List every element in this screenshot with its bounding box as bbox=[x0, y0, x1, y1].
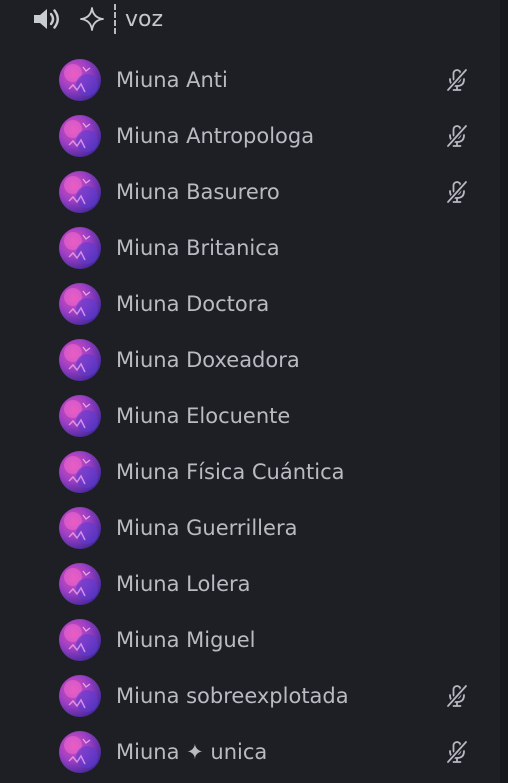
user-name: Miuna Elocuente bbox=[116, 404, 291, 428]
user-name: Miuna Basurero bbox=[116, 180, 280, 204]
user-avatar[interactable] bbox=[59, 619, 101, 661]
avatar-art bbox=[64, 680, 98, 712]
voice-user-row[interactable]: Miuna Antropologa bbox=[0, 108, 500, 164]
user-name: Miuna Doxeadora bbox=[116, 348, 300, 372]
avatar-art bbox=[64, 512, 98, 544]
avatar-art bbox=[64, 232, 98, 264]
user-avatar[interactable] bbox=[59, 507, 101, 549]
avatar-art bbox=[64, 568, 98, 600]
voice-user-row[interactable]: Miuna ✦ unica bbox=[0, 724, 500, 780]
mic-muted-icon bbox=[445, 180, 469, 204]
user-avatar[interactable] bbox=[59, 115, 101, 157]
mic-muted-icon bbox=[445, 124, 469, 148]
voice-user-row[interactable]: Miuna Basurero bbox=[0, 164, 500, 220]
avatar-art bbox=[64, 400, 98, 432]
user-avatar[interactable] bbox=[59, 395, 101, 437]
avatar-art bbox=[64, 64, 98, 96]
user-avatar[interactable] bbox=[59, 227, 101, 269]
voice-user-list: Miuna Anti Miuna Antropologa Miuna Basur… bbox=[0, 52, 500, 780]
voice-user-row[interactable]: Miuna Física Cuántica bbox=[0, 444, 500, 500]
voice-user-row[interactable]: Miuna Elocuente bbox=[0, 388, 500, 444]
user-name: Miuna Guerrillera bbox=[116, 516, 298, 540]
voice-channel-header[interactable]: voz bbox=[0, 0, 500, 40]
voice-user-row[interactable]: Miuna Lolera bbox=[0, 556, 500, 612]
scrollbar-track[interactable] bbox=[500, 0, 508, 783]
voice-user-row[interactable]: Miuna Guerrillera bbox=[0, 500, 500, 556]
user-name: Miuna Anti bbox=[116, 68, 228, 92]
avatar-art bbox=[64, 288, 98, 320]
user-avatar[interactable] bbox=[59, 675, 101, 717]
user-avatar[interactable] bbox=[59, 171, 101, 213]
avatar-art bbox=[64, 120, 98, 152]
voice-user-row[interactable]: Miuna Doxeadora bbox=[0, 332, 500, 388]
user-name: Miuna Antropologa bbox=[116, 124, 315, 148]
avatar-art bbox=[64, 736, 98, 768]
mic-muted-icon bbox=[445, 684, 469, 708]
avatar-art bbox=[64, 456, 98, 488]
mic-muted-icon bbox=[445, 740, 469, 764]
user-avatar[interactable] bbox=[59, 283, 101, 325]
user-name: Miuna Britanica bbox=[116, 236, 280, 260]
voice-user-row[interactable]: Miuna Doctora bbox=[0, 276, 500, 332]
avatar-art bbox=[64, 344, 98, 376]
voice-user-row[interactable]: Miuna Anti bbox=[0, 52, 500, 108]
user-name: Miuna ✦ unica bbox=[116, 740, 268, 764]
user-name: Miuna sobreexplotada bbox=[116, 684, 349, 708]
avatar-art bbox=[64, 624, 98, 656]
user-name: Miuna Lolera bbox=[116, 572, 251, 596]
mic-muted-icon bbox=[445, 68, 469, 92]
voice-user-row[interactable]: Miuna Miguel bbox=[0, 612, 500, 668]
user-avatar[interactable] bbox=[59, 563, 101, 605]
voice-user-row[interactable]: Miuna Britanica bbox=[0, 220, 500, 276]
user-avatar[interactable] bbox=[59, 451, 101, 493]
user-name: Miuna Física Cuántica bbox=[116, 460, 345, 484]
user-avatar[interactable] bbox=[59, 59, 101, 101]
avatar-art bbox=[64, 176, 98, 208]
voice-user-row[interactable]: Miuna sobreexplotada bbox=[0, 668, 500, 724]
user-avatar[interactable] bbox=[59, 731, 101, 773]
user-avatar[interactable] bbox=[59, 339, 101, 381]
voice-channel-panel: voz Miuna Anti Miuna Antropologa Miuna B… bbox=[0, 0, 508, 783]
user-name: Miuna Miguel bbox=[116, 628, 256, 652]
channel-name-divider bbox=[114, 4, 116, 34]
sparkle-icon bbox=[80, 7, 104, 31]
user-name: Miuna Doctora bbox=[116, 292, 270, 316]
speaker-icon bbox=[34, 9, 59, 29]
channel-name: voz bbox=[125, 7, 164, 32]
